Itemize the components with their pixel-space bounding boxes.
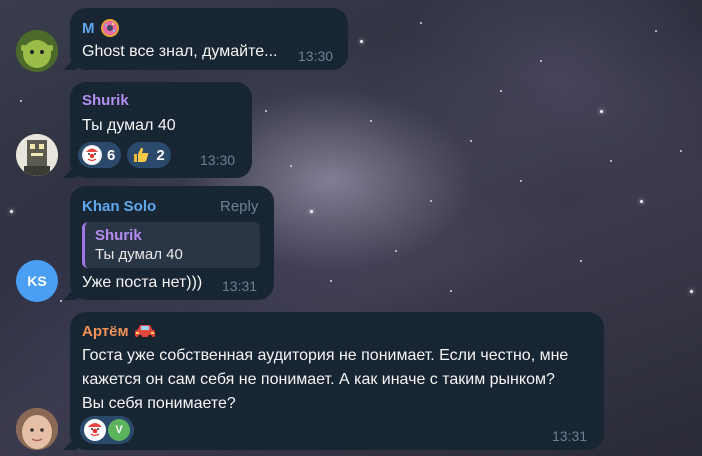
reaction-count: 2: [156, 146, 165, 164]
message-text: кажется он сам себя не понимает. А как и…: [82, 371, 555, 388]
donut-icon: [100, 18, 120, 38]
message-time: 13:31: [222, 278, 258, 294]
robot-avatar: [16, 134, 58, 176]
sender-avatar[interactable]: [16, 30, 58, 72]
shrek-avatar: [16, 30, 58, 72]
reactions-bar: V: [80, 416, 134, 444]
clown-icon: [82, 145, 102, 165]
message-text: Уже поста нет))): [82, 274, 203, 291]
sender-name[interactable]: Shurik: [82, 92, 129, 109]
face-avatar: [16, 408, 58, 450]
message-time: 13:30: [298, 48, 334, 64]
avatar-initials: KS: [27, 273, 47, 289]
message-text: Госта уже собственная аудитория не поним…: [82, 347, 569, 364]
sender-avatar[interactable]: [16, 408, 58, 450]
reactions-bar: 6 2: [78, 142, 171, 168]
sender-avatar[interactable]: KS: [16, 260, 58, 302]
reaction-chip[interactable]: V: [80, 416, 134, 444]
message-bubble[interactable]: M Ghost все знал, думайте... 13:30: [63, 8, 348, 70]
quote-text: Ты думал 40: [95, 246, 183, 263]
reaction-chip[interactable]: 2: [127, 142, 171, 168]
sender-avatar[interactable]: [16, 134, 58, 176]
message-text: Ты думал 40: [82, 117, 176, 134]
thumbs-up-icon: [131, 145, 151, 165]
message-bubble[interactable]: Khan Solo Reply Shurik Ты думал 40 Уже п…: [63, 186, 274, 300]
reply-quote[interactable]: Shurik Ты думал 40: [82, 222, 260, 268]
message-text: Вы себя понимаете?: [82, 395, 236, 412]
user-v-avatar: V: [108, 419, 130, 441]
reaction-count: 6: [107, 146, 116, 164]
reply-button[interactable]: Reply: [220, 198, 258, 215]
message-text: Ghost все знал, думайте...: [82, 43, 278, 60]
sender-name[interactable]: Khan Solo: [82, 198, 156, 215]
reactor-initial: V: [115, 424, 123, 436]
message-time: 13:31: [552, 428, 588, 444]
car-icon: [134, 322, 156, 340]
reaction-chip[interactable]: 6: [78, 142, 122, 168]
message-bubble[interactable]: Артём Госта уже собственная аудитория не…: [63, 312, 604, 450]
message-time: 13:30: [200, 152, 236, 168]
quote-author: Shurik: [95, 227, 142, 244]
sender-name[interactable]: M: [82, 20, 95, 37]
sender-name[interactable]: Артём: [82, 323, 129, 340]
clown-icon: [84, 419, 106, 441]
message-bubble[interactable]: Shurik Ты думал 40 6 2 13:30: [63, 82, 252, 178]
